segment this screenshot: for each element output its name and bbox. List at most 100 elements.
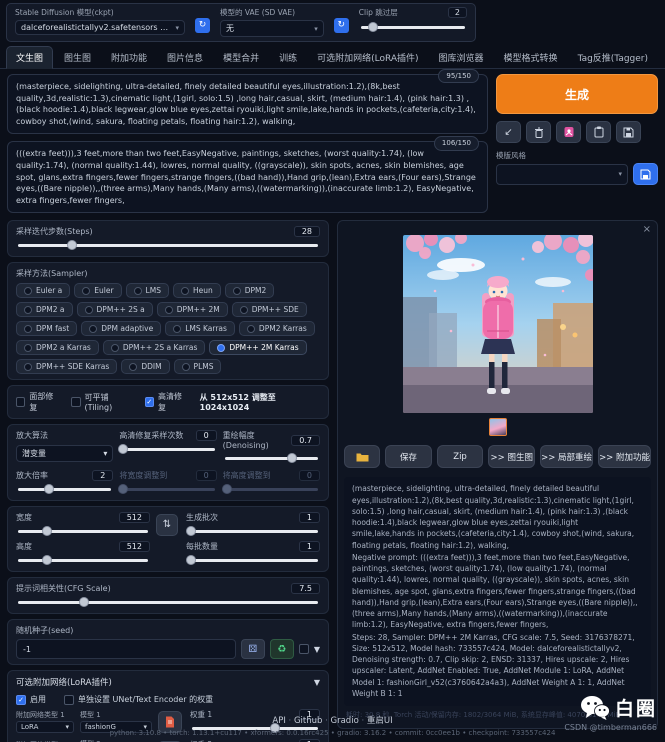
width-value[interactable]: 512 — [119, 512, 150, 523]
radio-icon — [233, 287, 241, 295]
vae-select[interactable]: 无 ▾ — [220, 20, 324, 37]
sampler-options: Euler a Euler LMS Heun DPM2 DPM2 a DPM++… — [16, 283, 320, 374]
tab-settings[interactable]: 设置 — [659, 47, 665, 68]
sampler-option[interactable]: DPM2 a Karras — [16, 340, 99, 355]
sampler-option[interactable]: Euler — [74, 283, 121, 298]
steps-slider[interactable] — [18, 244, 318, 247]
refresh-checkpoint-button[interactable]: ↻ — [195, 18, 210, 33]
swap-dimensions-button[interactable]: ⇅ — [156, 514, 178, 536]
upscale-by-slider[interactable] — [18, 488, 111, 491]
paste-generation-info-button[interactable] — [586, 121, 611, 143]
height-slider[interactable] — [18, 559, 148, 562]
batch-count-slider[interactable] — [188, 530, 318, 533]
clip-skip-value[interactable]: 2 — [448, 7, 467, 18]
lora-separate-weights-checkbox[interactable]: 单独设置 UNet/Text Encoder 的权重 — [64, 694, 213, 705]
apply-style-button[interactable] — [633, 163, 658, 185]
lora-accordion-header[interactable]: 可选附加网络(LoRA插件) ▼ — [16, 676, 320, 688]
styles-select[interactable]: ▾ — [496, 164, 628, 185]
sampler-option-selected[interactable]: DPM++ 2M Karras — [209, 340, 306, 355]
denoising-value[interactable]: 0.7 — [291, 435, 320, 446]
open-folder-button[interactable] — [344, 445, 380, 468]
sampler-option[interactable]: DPM++ 2S a Karras — [103, 340, 206, 355]
tab-checkpoint-merger[interactable]: 模型合并 — [214, 47, 268, 68]
sampler-block: 采样方法(Sampler) Euler a Euler LMS Heun DPM… — [7, 262, 329, 380]
clear-prompt-button[interactable] — [526, 121, 551, 143]
height-value[interactable]: 512 — [119, 541, 150, 552]
steps-value[interactable]: 28 — [294, 226, 320, 237]
resize-height-slider[interactable] — [225, 488, 318, 491]
resize-height-value[interactable]: 0 — [299, 470, 320, 481]
sampler-option[interactable]: DPM2 Karras — [239, 321, 315, 336]
tab-png-info[interactable]: 图片信息 — [158, 47, 212, 68]
api-link[interactable]: API — [272, 716, 285, 726]
sampler-option[interactable]: DPM fast — [16, 321, 77, 336]
upscaler-select[interactable]: 潜变量▾ — [16, 445, 113, 462]
sampler-option[interactable]: DDIM — [121, 359, 169, 374]
tab-tagger[interactable]: Tag反推(Tagger) — [569, 47, 657, 68]
send-to-extras-button[interactable]: >> 附加功能 — [598, 445, 651, 468]
tab-txt2img[interactable]: 文生图 — [6, 46, 53, 69]
reuse-seed-button[interactable]: ♻ — [270, 639, 294, 659]
denoising-slider[interactable] — [225, 457, 318, 460]
seed-extra-checkbox[interactable] — [299, 644, 309, 654]
resize-width-value[interactable]: 0 — [196, 470, 217, 481]
batch-size-value[interactable]: 1 — [299, 541, 320, 552]
settings-column: 采样迭代步数(Steps) 28 采样方法(Sampler) Euler a E… — [7, 220, 329, 742]
reload-ui-link[interactable]: 重启UI — [359, 716, 393, 726]
sampler-option[interactable]: LMS Karras — [165, 321, 235, 336]
gradio-link[interactable]: Gradio — [322, 716, 358, 726]
random-seed-button[interactable]: ⚄ — [241, 639, 265, 659]
batch-count-value[interactable]: 1 — [299, 512, 320, 523]
tab-img2img[interactable]: 图生图 — [55, 47, 100, 68]
tab-additional-networks[interactable]: 可选附加网络(LoRA插件) — [308, 47, 427, 68]
prompt-input[interactable]: 95/150 (masterpiece, sidelighting, ultra… — [7, 74, 488, 134]
sampler-option[interactable]: DPM++ SDE — [232, 302, 307, 317]
sampler-option[interactable]: LMS — [126, 283, 169, 298]
negative-prompt-input[interactable]: 106/150 (((extra feet))),3 feet,more tha… — [7, 141, 488, 213]
seed-input[interactable]: -1 — [16, 639, 236, 659]
sampler-option[interactable]: DPM++ 2S a — [77, 302, 153, 317]
restore-prompt-button[interactable]: ↙ — [496, 121, 521, 143]
upscale-by-value[interactable]: 2 — [92, 470, 113, 481]
github-link[interactable]: Github — [286, 716, 323, 726]
tab-train[interactable]: 训练 — [270, 47, 306, 68]
cfg-slider[interactable] — [18, 601, 318, 604]
cfg-value[interactable]: 7.5 — [291, 583, 320, 594]
send-to-inpaint-button[interactable]: >> 局部重绘 — [540, 445, 593, 468]
lora-header-label: 可选附加网络(LoRA插件) — [16, 676, 112, 688]
sampler-option[interactable]: DPM adaptive — [81, 321, 161, 336]
lora-enable-checkbox[interactable]: ✓启用 — [16, 694, 46, 705]
extra-networks-button[interactable] — [556, 121, 581, 143]
batch-size-slider[interactable] — [188, 559, 318, 562]
hires-fix-checkbox[interactable]: ✓高清修复 — [145, 391, 188, 413]
sampler-option[interactable]: DPM2 — [225, 283, 275, 298]
seed-accordion-icon[interactable]: ▼ — [314, 645, 320, 654]
tiling-checkbox[interactable]: 可平铺(Tiling) — [71, 392, 133, 412]
sampler-option[interactable]: DPM++ SDE Karras — [16, 359, 117, 374]
sampler-option[interactable]: DPM2 a — [16, 302, 73, 317]
image-thumbnail[interactable] — [489, 418, 507, 436]
sampler-option[interactable]: Heun — [173, 283, 221, 298]
restore-faces-checkbox[interactable]: 面部修复 — [16, 391, 59, 413]
save-button[interactable]: 保存 — [385, 445, 432, 468]
hires-steps-slider[interactable] — [121, 448, 214, 451]
close-icon[interactable]: × — [643, 224, 651, 235]
sampler-option[interactable]: PLMS — [174, 359, 222, 374]
radio-icon — [240, 306, 248, 314]
sampler-option[interactable]: DPM++ 2M — [157, 302, 228, 317]
resize-width-slider[interactable] — [121, 488, 214, 491]
width-slider[interactable] — [18, 530, 148, 533]
tab-extras[interactable]: 附加功能 — [102, 47, 156, 68]
generate-button[interactable]: 生成 — [496, 74, 658, 114]
save-style-button[interactable] — [616, 121, 641, 143]
hires-steps-value[interactable]: 0 — [196, 430, 217, 441]
generated-image[interactable] — [344, 227, 651, 415]
tab-model-converter[interactable]: 模型格式转换 — [495, 47, 567, 68]
send-to-img2img-button[interactable]: >> 图生图 — [488, 445, 535, 468]
sampler-option[interactable]: Euler a — [16, 283, 70, 298]
checkpoint-select[interactable]: dalceforealistictallyv2.safetensors [733… — [15, 20, 185, 35]
tab-image-browser[interactable]: 图库浏览器 — [430, 47, 493, 68]
zip-button[interactable]: Zip — [437, 445, 484, 468]
clip-skip-slider[interactable] — [361, 26, 465, 29]
refresh-vae-button[interactable]: ↻ — [334, 18, 349, 33]
